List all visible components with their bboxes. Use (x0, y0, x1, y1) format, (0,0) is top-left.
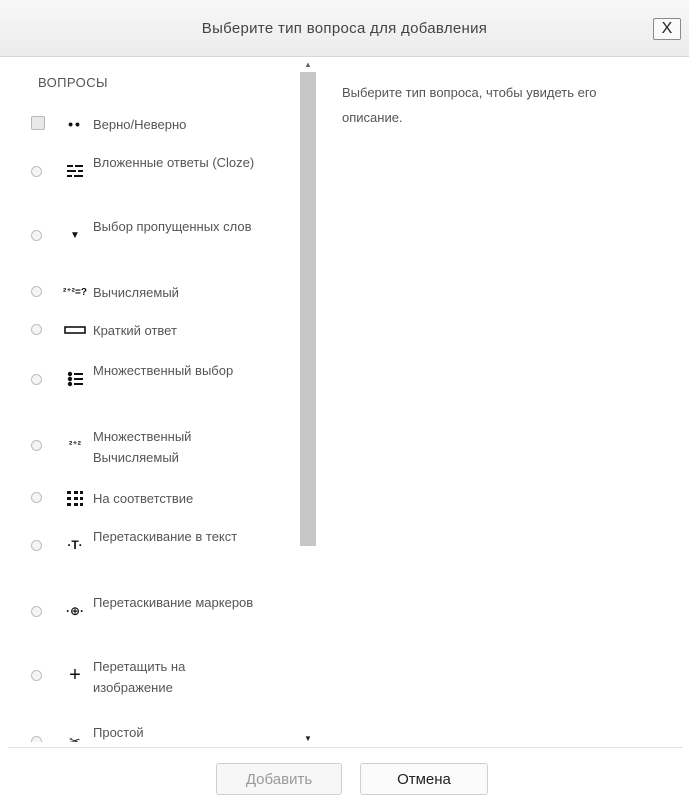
drag-text-icon: ·T· (67, 538, 83, 552)
dropdown-arrow-icon: ▼ (70, 229, 80, 241)
dialog-titlebar: Выберите тип вопроса для добавления X (0, 0, 689, 57)
option-radio[interactable] (31, 670, 42, 681)
drag-markers-icon: ·⊕· (65, 604, 85, 618)
option-radio[interactable] (31, 374, 42, 385)
cloze-icon (62, 162, 88, 180)
simple-icon: ✂ (69, 732, 81, 743)
add-button[interactable]: Добавить (216, 763, 342, 795)
scroll-thumb[interactable] (300, 72, 316, 546)
close-icon: X (661, 20, 673, 37)
match-icon (62, 489, 88, 507)
dialog-title: Выберите тип вопроса для добавления (201, 20, 488, 37)
option-label: Перетаскивание в текст (93, 529, 238, 544)
calculated-icon: ²⁺²=? (63, 286, 87, 298)
option-label: Краткий ответ (93, 323, 177, 338)
option-radio[interactable] (31, 540, 42, 551)
cancel-button[interactable]: Отмена (360, 763, 488, 795)
question-description: Выберите тип вопроса, чтобы увидеть его … (342, 85, 597, 125)
close-button[interactable]: X (653, 18, 681, 40)
question-type-list: ВОПРОСЫ •• Верно/Неверно Вложенные ответ… (18, 62, 298, 742)
option-label: Множественный выбор (93, 363, 234, 378)
option-radio[interactable] (31, 166, 42, 177)
option-label: Перетаскивание маркеров (93, 595, 254, 610)
option-label: Перетащить на изображение (93, 659, 186, 695)
multichoice-icon (62, 370, 88, 388)
scroll-up-arrow-icon[interactable]: ▲ (302, 58, 314, 70)
calculated-multi-icon: ²⁺² (69, 439, 81, 451)
option-label: Вычисляемый (93, 285, 179, 300)
option-label: Выбор пропущенных слов (93, 219, 252, 234)
option-radio[interactable] (31, 116, 45, 130)
option-label: Множественный Вычисляемый (93, 429, 192, 465)
option-radio[interactable] (31, 230, 42, 241)
option-label: Простой (93, 725, 144, 740)
short-answer-icon (62, 321, 88, 339)
drag-image-icon: + (69, 663, 81, 686)
questions-heading: ВОПРОСЫ (38, 75, 108, 90)
option-radio[interactable] (31, 736, 42, 742)
scroll-down-arrow-icon[interactable]: ▼ (302, 732, 314, 744)
footer-divider (8, 747, 683, 748)
option-radio[interactable] (31, 440, 42, 451)
option-radio[interactable] (31, 286, 42, 297)
option-label: Вложенные ответы (Cloze) (93, 155, 255, 170)
two-dots-icon: •• (68, 116, 82, 132)
option-radio[interactable] (31, 492, 42, 503)
option-radio[interactable] (31, 324, 42, 335)
option-label: На соответствие (93, 491, 194, 506)
option-radio[interactable] (31, 606, 42, 617)
option-label: Верно/Неверно (93, 117, 187, 132)
list-scrollbar[interactable]: ▲ ▼ (300, 58, 316, 744)
